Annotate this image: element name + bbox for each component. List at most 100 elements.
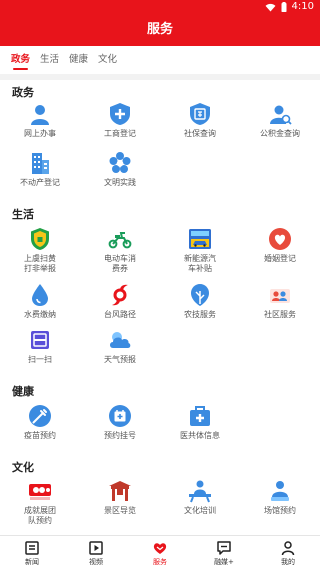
service-item-marriage[interactable]: 婚姻登记 [240, 227, 320, 264]
green-shield-icon [31, 228, 49, 250]
gate-icon [109, 481, 131, 501]
flower-icon [109, 152, 131, 173]
typhoon-icon [112, 284, 128, 306]
service-label: 台风路径 [104, 310, 136, 319]
service-item-typhoon[interactable]: 台风路径 [80, 283, 160, 320]
search-person-icon [270, 105, 292, 125]
service-label: 景区导览 [104, 506, 136, 515]
service-label: 疫苗预约 [24, 431, 56, 440]
page-title: 服务 [0, 14, 320, 46]
tabbar-item-news[interactable]: 新闻 [0, 536, 64, 569]
service-item-water-bill[interactable]: 水费缴纳 [0, 283, 80, 320]
wifi-icon [265, 3, 275, 12]
service-item-culture-training[interactable]: 文化培训 [160, 479, 240, 516]
bao-badge-icon [190, 103, 210, 125]
tabbar-item-service[interactable]: 服务 [128, 536, 192, 569]
leaf-icon [191, 284, 209, 306]
service-label: 扫一扫 [28, 355, 52, 364]
building-icon [32, 153, 49, 174]
service-label: 天气预报 [104, 355, 136, 364]
community-icon [270, 289, 290, 303]
battery-icon [281, 2, 287, 12]
service-item-registration[interactable]: 预约挂号 [80, 404, 160, 441]
service-item-venue-booking[interactable]: 场馆预约 [240, 479, 320, 516]
water-drop-icon [32, 284, 48, 306]
service-item-civilization-practice[interactable]: 文明实践 [80, 151, 160, 188]
chat-icon [217, 541, 231, 555]
tab-life[interactable]: 生活 [40, 46, 59, 74]
section-title-gov: 政务 [12, 86, 34, 99]
user-icon [281, 541, 295, 556]
service-label: 工商登记 [104, 129, 136, 138]
cloud-icon [110, 332, 131, 348]
new-energy-icon [189, 229, 211, 249]
news-icon [25, 541, 39, 555]
tabbar-item-media[interactable]: 融媒+ [192, 536, 256, 569]
service-item-vaccine[interactable]: 疫苗预约 [0, 404, 80, 441]
service-item-scan[interactable]: 扫一扫 [0, 328, 80, 365]
service-label: 婚姻登记 [264, 254, 296, 263]
venue-person-icon [271, 481, 289, 501]
service-label: 农技服务 [184, 310, 216, 319]
section-title-life: 生活 [12, 208, 34, 221]
category-tabs: 政务 生活 健康 文化 [0, 46, 320, 74]
service-label: 上虞扫黄 打非举报 [24, 254, 56, 273]
tab-health[interactable]: 健康 [69, 46, 88, 74]
service-item-weather[interactable]: 天气预报 [80, 328, 160, 365]
tabbar-item-mine[interactable]: 我的 [256, 536, 320, 569]
section-title-culture: 文化 [12, 461, 34, 474]
service-label: 水费缴纳 [24, 310, 56, 319]
tab-gov[interactable]: 政务 [11, 46, 30, 74]
tabbar-label: 我的 [281, 558, 295, 566]
service-label: 电动车消 费券 [104, 254, 136, 273]
service-item-social-security[interactable]: 社保查询 [160, 102, 240, 139]
service-label: 文明实践 [104, 178, 136, 187]
status-time: 4:10 [291, 1, 314, 12]
service-label: 成就展团 队预约 [24, 506, 56, 525]
service-item-online-affairs[interactable]: 网上办事 [0, 102, 80, 139]
service-item-medical-alliance[interactable]: 医共体信息 [160, 404, 240, 441]
service-label: 社区服务 [264, 310, 296, 319]
video-icon [89, 541, 103, 555]
service-item-scenic-guide[interactable]: 景区导览 [80, 479, 160, 516]
service-item-exhibition[interactable]: 成就展团 队预约 [0, 479, 80, 526]
service-item-community[interactable]: 社区服务 [240, 283, 320, 320]
service-label: 新能源汽 车补贴 [184, 254, 216, 273]
service-label: 公积金查询 [260, 129, 300, 138]
shield-plus-icon [110, 103, 130, 125]
status-bar: 4:10 [0, 0, 320, 14]
heart-circle-icon [269, 228, 291, 250]
section-divider [0, 74, 320, 80]
service-label: 医共体信息 [180, 431, 220, 440]
exhibition-logo-icon [29, 484, 51, 500]
service-item-report[interactable]: 上虞扫黄 打非举报 [0, 227, 80, 274]
tab-culture[interactable]: 文化 [98, 46, 117, 74]
tabbar-item-video[interactable]: 视频 [64, 536, 128, 569]
person-icon [31, 105, 49, 125]
syringe-icon [29, 405, 51, 427]
tabbar-label: 视频 [89, 558, 103, 566]
tabbar-label: 新闻 [25, 558, 39, 566]
tabbar-label: 融媒+ [214, 558, 234, 566]
service-label: 文化培训 [184, 506, 216, 515]
service-icon [153, 543, 167, 554]
service-label: 网上办事 [24, 129, 56, 138]
service-item-ebike-voucher[interactable]: 电动车消 费券 [80, 227, 160, 274]
tabbar-label: 服务 [153, 558, 167, 566]
scooter-icon [108, 232, 132, 249]
service-item-real-estate[interactable]: 不动产登记 [0, 151, 80, 188]
service-item-housing-fund[interactable]: 公积金查询 [240, 102, 320, 139]
service-item-agritech[interactable]: 农技服务 [160, 283, 240, 320]
scan-icon [31, 331, 49, 349]
bottom-tab-bar: 新闻 视频 服务 融媒+ 我的 [0, 535, 320, 569]
medkit-icon [190, 406, 210, 426]
section-title-health: 健康 [12, 385, 34, 398]
calendar-plus-icon [109, 405, 131, 427]
service-label: 场馆预约 [264, 506, 296, 515]
service-label: 预约挂号 [104, 431, 136, 440]
lecture-icon [189, 480, 211, 503]
service-label: 不动产登记 [20, 178, 60, 187]
service-label: 社保查询 [184, 129, 216, 138]
service-item-business-registration[interactable]: 工商登记 [80, 102, 160, 139]
service-item-ev-subsidy[interactable]: 新能源汽 车补贴 [160, 227, 240, 274]
